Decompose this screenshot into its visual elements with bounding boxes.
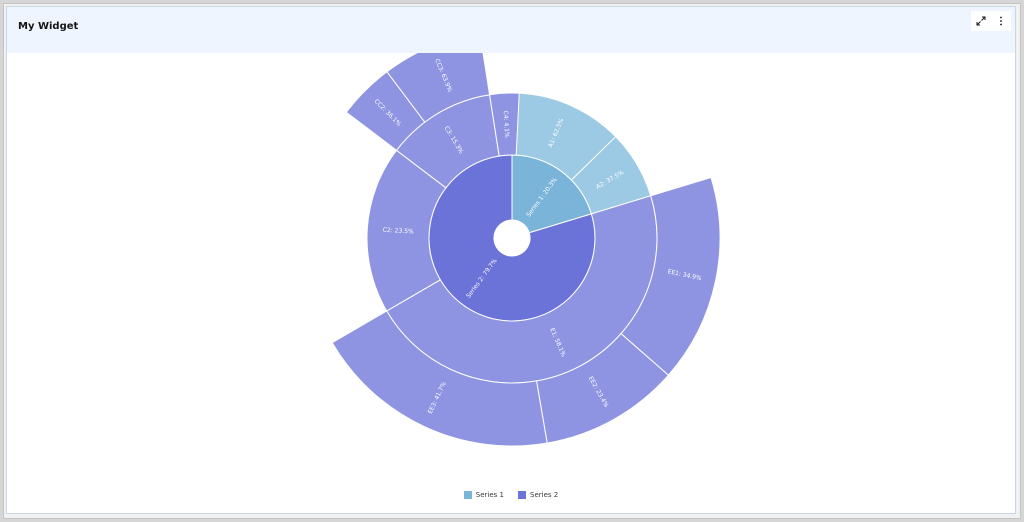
maximize-icon xyxy=(976,16,986,26)
overflow-menu-icon xyxy=(1000,16,1002,26)
widget-card: My Widget Series 1: 20.3% Series 2: 79.7%… xyxy=(6,6,1016,514)
widget-header: My Widget xyxy=(7,7,1015,53)
chart-area: Series 1: 20.3% Series 2: 79.7% A1: 62.5% A… xyxy=(7,31,1017,515)
legend-item-series-1[interactable]: Series 1 xyxy=(463,491,504,499)
sunburst-label-c4: C4: 4.1% xyxy=(502,110,510,138)
legend-label-series-2: Series 2 xyxy=(530,491,559,499)
chart-legend: Series 1 Series 2 xyxy=(7,491,1015,499)
overflow-menu-button[interactable] xyxy=(991,11,1011,31)
legend-swatch-series-1 xyxy=(463,491,472,499)
widget-title: My Widget xyxy=(18,21,79,32)
legend-swatch-series-2 xyxy=(518,491,526,499)
legend-item-series-2[interactable]: Series 2 xyxy=(518,491,558,499)
maximize-button[interactable] xyxy=(971,11,991,31)
legend-label-series-1: Series 1 xyxy=(475,491,504,499)
header-actions xyxy=(971,11,1011,31)
sunburst-chart: Series 1: 20.3%Series 2: 79.7%A1: 62.5%A… xyxy=(331,31,721,447)
